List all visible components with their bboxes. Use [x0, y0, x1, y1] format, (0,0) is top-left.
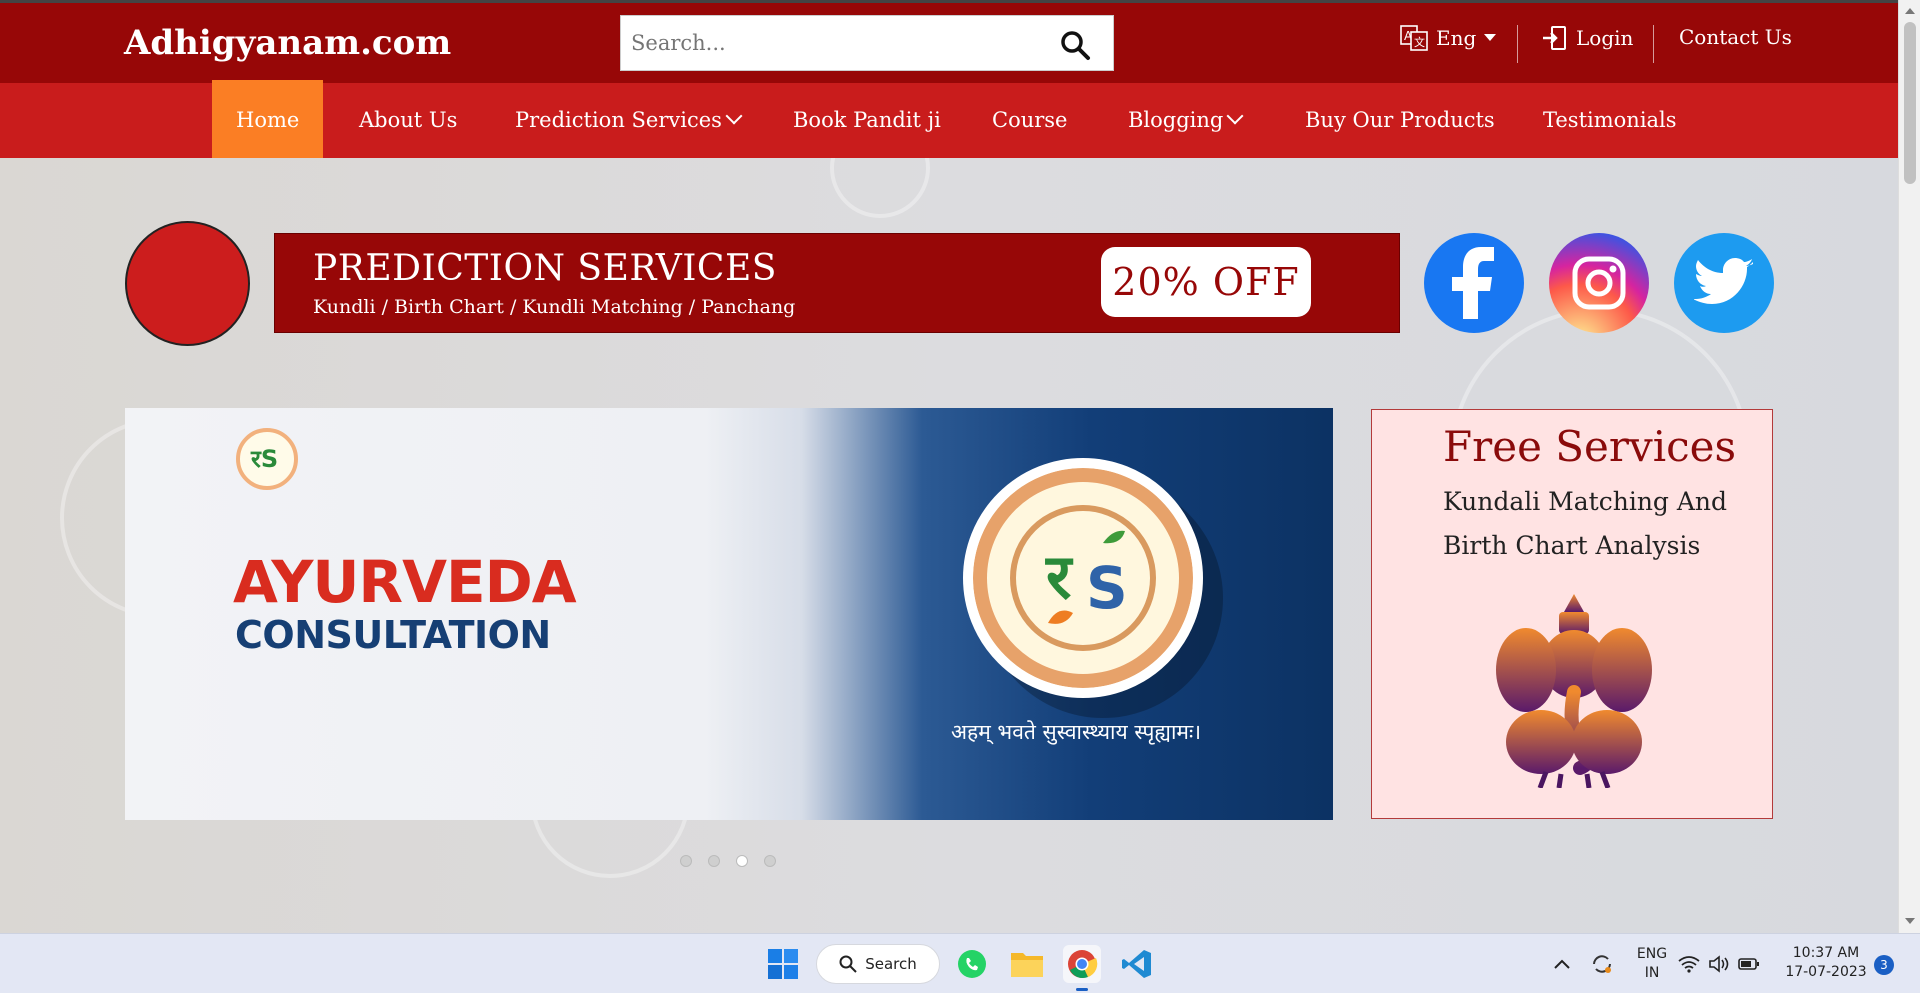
nav-about-label: About Us: [359, 108, 458, 132]
nav-blogging[interactable]: Blogging: [1128, 83, 1244, 158]
nav-blogging-label: Blogging: [1128, 108, 1224, 132]
hero-slider[interactable]: रS AYURVEDA CONSULTATION र S अहम् भवते स…: [125, 408, 1333, 820]
slider-dot[interactable]: [764, 855, 776, 867]
notification-badge[interactable]: 3: [1874, 955, 1894, 975]
nav-prediction-services[interactable]: Prediction Services: [515, 83, 743, 158]
chrome-icon[interactable]: [1063, 945, 1101, 983]
svg-text:S: S: [1086, 554, 1128, 622]
rs-emblem-icon: र S: [963, 458, 1203, 698]
lang-bottom: IN: [1644, 965, 1660, 981]
svg-text:रS: रS: [250, 445, 278, 473]
discount-badge: 20% OFF: [1101, 247, 1311, 317]
background-decoration: [830, 158, 930, 218]
banner-title: PREDICTION SERVICES: [313, 248, 777, 289]
scroll-thumb[interactable]: [1904, 22, 1916, 184]
contact-link[interactable]: Contact Us: [1679, 25, 1792, 49]
nav-testimonials[interactable]: Testimonials: [1543, 83, 1677, 158]
nav-book-pandit[interactable]: Book Pandit ji: [793, 83, 941, 158]
page-scrollbar[interactable]: [1898, 0, 1920, 933]
search-icon: [839, 955, 857, 973]
translate-icon: A 文: [1400, 25, 1428, 51]
nav-buy-products[interactable]: Buy Our Products: [1305, 83, 1495, 158]
prediction-services-banner[interactable]: PREDICTION SERVICES Kundli / Birth Chart…: [274, 233, 1400, 333]
chevron-up-icon[interactable]: [1543, 945, 1581, 983]
search-box: [620, 15, 1114, 71]
nav-book-label: Book Pandit ji: [793, 108, 941, 132]
twitter-icon[interactable]: [1674, 233, 1774, 333]
instagram-icon[interactable]: [1549, 233, 1649, 333]
nav-buy-label: Buy Our Products: [1305, 108, 1495, 132]
slider-dot[interactable]: [708, 855, 720, 867]
facebook-icon[interactable]: [1424, 233, 1524, 333]
sync-icon[interactable]: [1583, 945, 1621, 983]
slide-subheadline: CONSULTATION: [235, 613, 551, 657]
clock[interactable]: 10:37 AM 17-07-2023: [1783, 944, 1869, 982]
login-link[interactable]: Login: [1542, 25, 1633, 51]
svg-text:文: 文: [1414, 35, 1425, 49]
windows-taskbar: Search ENG IN 10:37 AM 17-07-2023 3: [0, 933, 1920, 993]
whatsapp-icon[interactable]: [953, 945, 991, 983]
taskbar-search[interactable]: Search: [816, 944, 940, 984]
nav-about-us[interactable]: About Us: [359, 83, 457, 158]
rs-logo-icon: रS: [236, 428, 298, 490]
battery-icon: [1738, 958, 1759, 970]
chevron-down-icon: [1226, 107, 1244, 125]
slide-tagline: अहम् भवते सुस्वास्थ्याय स्पृह्यामः।: [951, 720, 1202, 744]
active-app-indicator: [1076, 988, 1088, 991]
site-logo[interactable]: Adhigyanam.com: [124, 23, 451, 63]
banner-subtitle: Kundli / Birth Chart / Kundli Matching /…: [313, 296, 796, 318]
scroll-down-icon[interactable]: [1905, 918, 1915, 924]
file-explorer-icon[interactable]: [1008, 945, 1046, 983]
divider: [1517, 25, 1518, 63]
nav-home[interactable]: Home: [212, 80, 324, 158]
slider-dots: [680, 855, 776, 867]
language-selector[interactable]: A 文 Eng: [1400, 25, 1497, 51]
nav-course[interactable]: Course: [992, 83, 1067, 158]
slider-dot[interactable]: [680, 855, 692, 867]
decorative-circle: [125, 221, 250, 346]
login-icon: [1543, 26, 1566, 50]
clock-time: 10:37 AM: [1792, 945, 1860, 961]
caret-down-icon: [1484, 34, 1497, 41]
slider-dot-active[interactable]: [736, 855, 748, 867]
system-tray-icons[interactable]: [1678, 945, 1768, 983]
windows-start-icon[interactable]: [764, 945, 802, 983]
ganesha-icon: [1496, 594, 1652, 788]
free-services-card[interactable]: Free Services Kundali Matching And Birth…: [1371, 409, 1773, 819]
language-indicator[interactable]: ENG IN: [1632, 945, 1672, 983]
lang-top: ENG: [1636, 946, 1668, 962]
chevron-down-icon: [725, 107, 743, 125]
language-label: Eng: [1436, 26, 1477, 50]
top-header: Adhigyanam.com A 文 Eng Login Contact Us: [0, 0, 1898, 83]
slide-headline: AYURVEDA: [233, 548, 577, 616]
free-services-title: Free Services: [1443, 422, 1737, 471]
nav-course-label: Course: [992, 108, 1068, 132]
divider: [1653, 25, 1654, 63]
taskbar-search-label: Search: [865, 955, 917, 973]
login-label: Login: [1576, 26, 1634, 50]
main-nav: Home About Us Prediction Services Book P…: [0, 80, 1898, 158]
search-icon[interactable]: [1059, 29, 1091, 61]
nav-testimonials-label: Testimonials: [1543, 108, 1677, 132]
nav-home-label: Home: [236, 108, 300, 132]
search-input[interactable]: [631, 26, 1031, 60]
vscode-icon[interactable]: [1118, 945, 1156, 983]
clock-date: 17-07-2023: [1785, 964, 1867, 980]
free-services-subtitle: Kundali Matching And Birth Chart Analysi…: [1443, 487, 1728, 560]
contact-label: Contact Us: [1679, 25, 1792, 49]
wifi-icon: [1678, 956, 1700, 973]
volume-icon: [1709, 955, 1729, 973]
nav-prediction-label: Prediction Services: [515, 108, 722, 132]
scroll-up-icon[interactable]: [1905, 8, 1915, 14]
svg-text:र: र: [1045, 540, 1074, 613]
